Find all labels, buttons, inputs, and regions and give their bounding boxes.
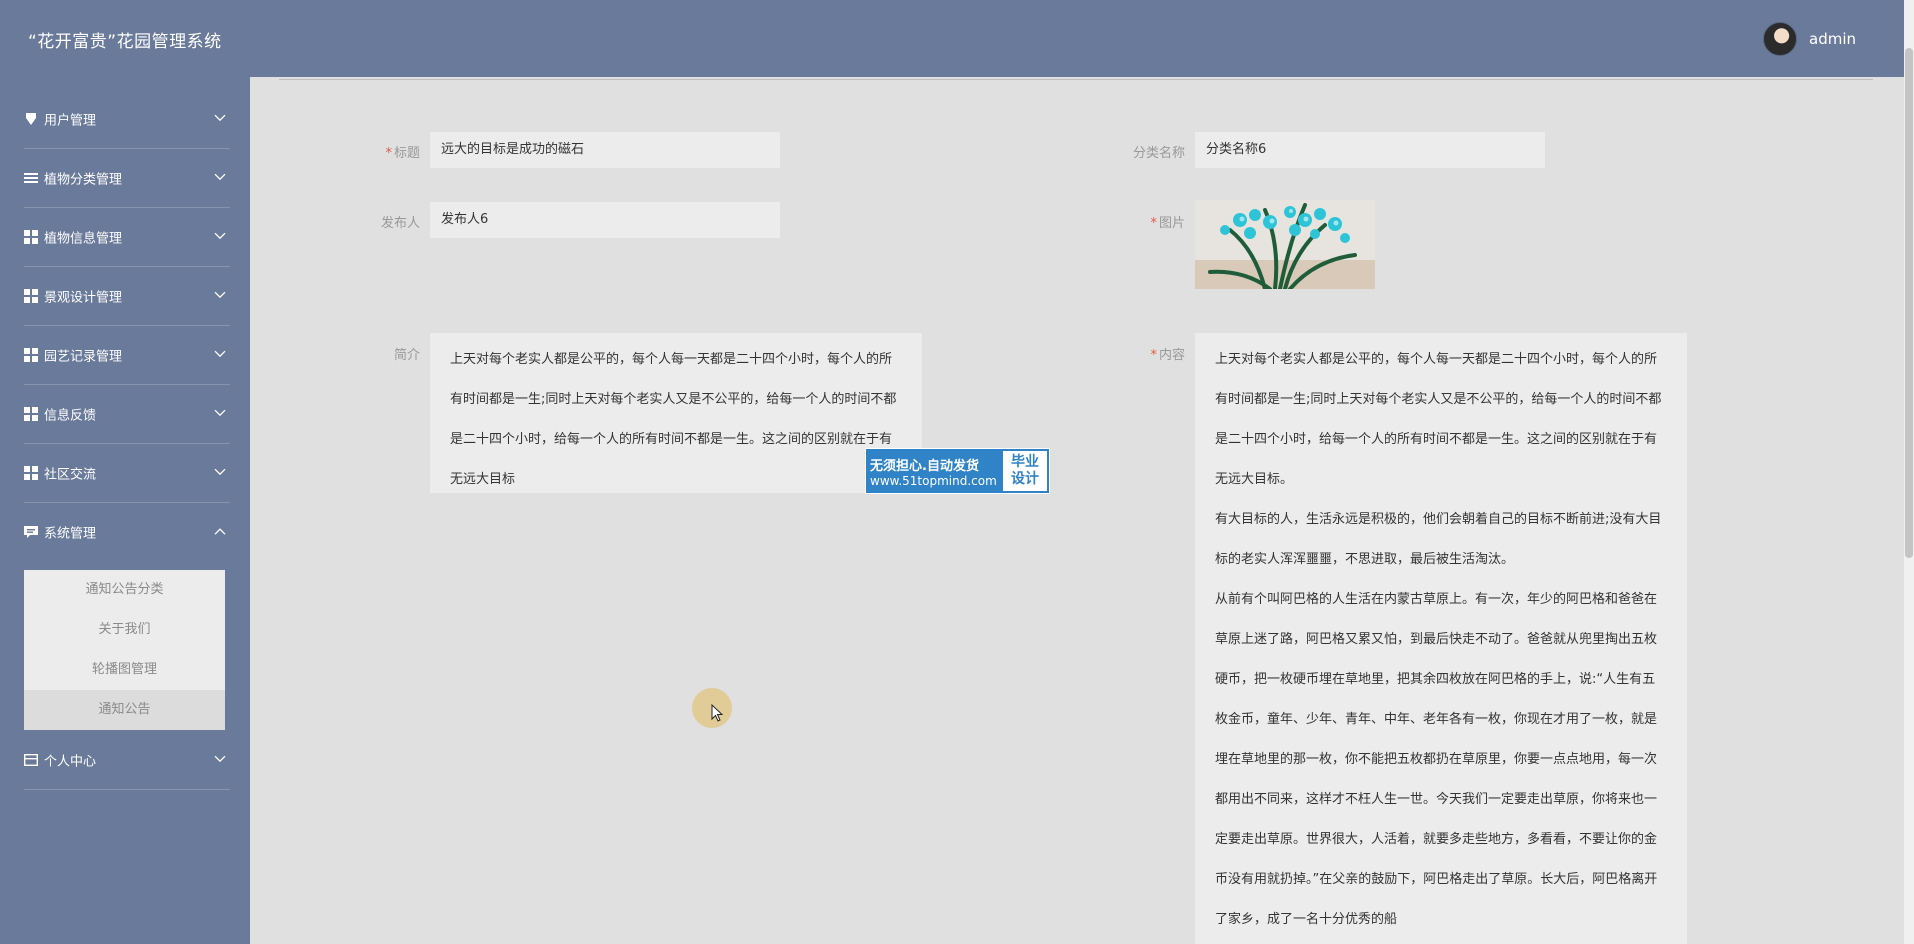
sidebar-item-label: 信息反馈 <box>44 408 97 423</box>
chevron-down-icon <box>214 468 226 475</box>
watermark-line1: 无须担心.自动发货 <box>870 458 979 474</box>
chevron-down-icon <box>214 114 226 121</box>
system-submenu: 通知公告分类 关于我们 轮播图管理 通知公告 <box>24 570 225 730</box>
chat-icon <box>24 525 38 538</box>
category-label: 分类名称 <box>1132 146 1185 161</box>
sidebar-item-system-management[interactable]: 系统管理 <box>24 502 230 561</box>
sidebar-item-label: 园艺记录管理 <box>44 349 123 364</box>
sidebar-item-personal-center[interactable]: 个人中心 <box>24 730 230 790</box>
publisher-input[interactable]: 发布人6 <box>430 202 780 238</box>
sidebar-item-gardening-records[interactable]: 园艺记录管理 <box>24 325 230 385</box>
card-icon <box>24 753 38 766</box>
sidebar-item-label: 植物分类管理 <box>44 172 123 187</box>
sidebar-item-community[interactable]: 社区交流 <box>24 443 230 503</box>
sidebar-item-label: 社区交流 <box>44 467 97 482</box>
sidebar-item-label: 用户管理 <box>44 113 97 128</box>
content-label: * 内容 <box>1150 348 1185 363</box>
sidebar-item-plant-info[interactable]: 植物信息管理 <box>24 207 230 267</box>
grid-icon <box>24 288 38 303</box>
app-title: “花开富贵”花园管理系统 <box>28 32 222 52</box>
watermark-badge: 无须担心.自动发货 www.51topmind.com 毕业 设计 <box>865 448 1050 494</box>
plant-image[interactable] <box>1195 200 1375 289</box>
sidebar: 用户管理 植物分类管理 植物信息管理 景观设计管理 园艺记录管理 信息反馈 社区… <box>0 77 250 944</box>
chevron-down-icon <box>214 409 226 416</box>
content-paragraph: 有大目标的人，生活永远是积极的，他们会朝着自己的目标不断前进;没有大目标的老实人… <box>1215 512 1662 567</box>
user-icon <box>26 112 36 125</box>
grid-icon <box>24 347 38 362</box>
chevron-down-icon <box>214 755 226 762</box>
title-input[interactable]: 远大的目标是成功的磁石 <box>430 132 780 168</box>
cursor-icon <box>692 688 732 728</box>
watermark-badge-label: 毕业 设计 <box>1003 451 1047 491</box>
chevron-down-icon <box>214 291 226 298</box>
summary-label: 简介 <box>393 348 420 363</box>
sidebar-item-label: 个人中心 <box>44 754 97 769</box>
list-icon <box>24 172 38 183</box>
watermark-line2: www.51topmind.com <box>870 473 997 488</box>
submenu-item-carousel[interactable]: 轮播图管理 <box>24 650 225 690</box>
sidebar-item-label: 植物信息管理 <box>44 231 123 246</box>
grid-icon <box>24 229 38 244</box>
page-scrollbar[interactable] <box>1904 0 1914 944</box>
chevron-down-icon <box>214 350 226 357</box>
grid-icon <box>24 406 38 421</box>
sidebar-item-feedback[interactable]: 信息反馈 <box>24 384 230 444</box>
summary-text: 上天对每个老实人都是公平的，每个人每一天都是二十四个小时，每个人的所有时间都是一… <box>450 352 897 487</box>
submenu-item-notice-category[interactable]: 通知公告分类 <box>24 570 225 610</box>
chevron-up-icon <box>214 527 226 535</box>
submenu-item-about-us[interactable]: 关于我们 <box>24 610 225 650</box>
publisher-label: 发布人 <box>380 216 420 231</box>
title-label: * 标题 <box>385 146 420 161</box>
avatar[interactable] <box>1763 22 1797 56</box>
sidebar-item-user-management[interactable]: 用户管理 <box>24 89 230 149</box>
image-label: * 图片 <box>1150 216 1185 231</box>
content-editor[interactable]: 上天对每个老实人都是公平的，每个人每一天都是二十四个小时，每个人的所有时间都是一… <box>1195 333 1687 944</box>
top-header: “花开富贵”花园管理系统 admin <box>0 0 1904 77</box>
chevron-down-icon <box>214 232 226 239</box>
chevron-down-icon <box>214 173 226 180</box>
summary-textarea[interactable]: 上天对每个老实人都是公平的，每个人每一天都是二十四个小时，每个人的所有时间都是一… <box>430 333 922 493</box>
content-paragraph: 从前有个叫阿巴格的人生活在内蒙古草原上。有一次，年少的阿巴格和爸爸在草原上迷了路… <box>1215 592 1658 927</box>
user-menu[interactable]: admin <box>1763 22 1856 56</box>
sidebar-item-label: 系统管理 <box>44 526 97 541</box>
sidebar-item-landscape-design[interactable]: 景观设计管理 <box>24 266 230 326</box>
scrollbar-thumb[interactable] <box>1905 48 1913 558</box>
submenu-item-notice[interactable]: 通知公告 <box>24 690 225 730</box>
user-name[interactable]: admin <box>1809 30 1856 48</box>
sidebar-item-label: 景观设计管理 <box>44 290 123 305</box>
main-content: * 标题 远大的目标是成功的磁石 分类名称 分类名称6 发布人 发布人6 * 图片 <box>250 77 1904 944</box>
content-paragraph: 上天对每个老实人都是公平的，每个人每一天都是二十四个小时，每个人的所有时间都是一… <box>1215 352 1662 487</box>
category-input[interactable]: 分类名称6 <box>1195 132 1545 168</box>
sidebar-item-plant-category[interactable]: 植物分类管理 <box>24 148 230 208</box>
grid-icon <box>24 465 38 480</box>
divider <box>279 79 1873 80</box>
